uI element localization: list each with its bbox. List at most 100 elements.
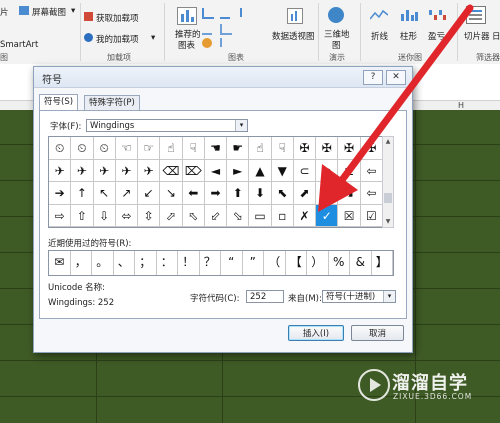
symbol-cell[interactable]: ⬈ xyxy=(293,182,317,205)
screenshot-dropdown-icon[interactable]: ▾ xyxy=(71,6,75,16)
my-addins-button[interactable]: 我的加载项 xyxy=(96,33,139,45)
symbol-grid-scrollbar[interactable]: ▲ ▼ xyxy=(382,136,394,228)
symbol-cell[interactable]: ✠ xyxy=(293,137,317,160)
symbol-cell[interactable]: ⬁ xyxy=(182,204,205,227)
tab-symbols[interactable]: 符号(S) xyxy=(39,94,79,111)
symbol-cell[interactable]: ☟ xyxy=(271,137,294,160)
symbol-cell[interactable]: ⬃ xyxy=(204,204,228,227)
symbol-cell[interactable]: ☟ xyxy=(182,137,205,160)
symbol-cell[interactable]: ⌦ xyxy=(182,159,205,182)
symbol-cell[interactable]: ⏲ xyxy=(49,137,72,160)
symbol-cell[interactable]: ⇧ xyxy=(71,204,94,227)
symbol-cell[interactable]: ⇦ xyxy=(360,182,383,205)
symbol-cell[interactable]: ☝ xyxy=(249,137,272,160)
recent-symbol-cell[interactable]: 、 xyxy=(114,251,135,275)
symbol-cell[interactable]: ⬅ xyxy=(182,182,205,205)
scroll-up-icon[interactable]: ▲ xyxy=(383,137,393,147)
symbol-cell[interactable]: ✈ xyxy=(71,159,94,182)
sparkline-column-button[interactable]: 柱形 xyxy=(400,30,417,42)
recent-symbol-cell[interactable]: （ xyxy=(264,251,286,275)
column-header-h[interactable]: H xyxy=(458,101,464,110)
symbol-cell[interactable]: ▼ xyxy=(271,159,294,182)
symbol-cell[interactable]: ▲ xyxy=(249,159,272,182)
symbol-cell[interactable]: ⊏ xyxy=(338,159,361,182)
my-addins-dropdown-icon[interactable]: ▾ xyxy=(151,33,155,43)
symbol-cell[interactable]: ⏲ xyxy=(93,137,116,160)
symbol-cell[interactable]: ✠ xyxy=(316,137,339,160)
symbol-cell[interactable]: ⇦ xyxy=(360,159,383,182)
recent-symbol-cell[interactable]: ！ xyxy=(178,251,200,275)
symbol-cell[interactable]: ↗ xyxy=(115,182,139,205)
symbol-cell[interactable]: ↖ xyxy=(93,182,116,205)
recent-symbol-cell[interactable]: 。 xyxy=(92,251,114,275)
help-button[interactable]: ? xyxy=(363,70,383,85)
symbol-cell[interactable]: ☒ xyxy=(338,204,361,227)
symbol-cell[interactable]: ► xyxy=(227,159,250,182)
symbol-cell[interactable]: ✠ xyxy=(360,137,383,160)
chevron-down-icon[interactable]: ▾ xyxy=(383,291,395,302)
symbol-cell[interactable]: ◄ xyxy=(204,159,228,182)
close-button[interactable]: ✕ xyxy=(386,70,406,85)
symbol-cell[interactable]: ⏲ xyxy=(71,137,94,160)
symbol-cell[interactable]: ⬂ xyxy=(227,204,250,227)
recent-symbol-cell[interactable]: % xyxy=(329,251,350,275)
char-code-input[interactable]: 252 xyxy=(246,290,284,303)
symbol-cell[interactable]: ☜ xyxy=(115,137,139,160)
scroll-thumb[interactable] xyxy=(384,193,392,203)
symbol-cell[interactable]: ☞ xyxy=(138,137,161,160)
sparkline-line-button[interactable]: 折线 xyxy=(371,30,388,42)
symbol-cell[interactable]: ✈ xyxy=(49,159,72,182)
column-chart-icon[interactable] xyxy=(202,8,214,19)
cancel-button[interactable]: 取消 xyxy=(351,325,404,341)
symbol-cell[interactable]: ✈ xyxy=(138,159,161,182)
symbol-cell[interactable]: ➔ xyxy=(49,182,72,205)
recent-symbol-cell[interactable]: ： xyxy=(157,251,178,275)
symbol-cell[interactable]: ▭ xyxy=(249,204,272,227)
symbol-cell[interactable]: ↑ xyxy=(71,182,94,205)
symbol-cell[interactable]: ☝ xyxy=(160,137,183,160)
sparkline-winloss-button[interactable]: 盈亏 xyxy=(428,30,445,42)
line-chart-icon[interactable] xyxy=(202,24,212,35)
waterfall-chart-icon[interactable] xyxy=(240,8,252,17)
recent-symbol-cell[interactable]: & xyxy=(350,251,372,275)
symbol-cell[interactable]: ⇳ xyxy=(138,204,161,227)
symbol-cell[interactable]: ➡ xyxy=(204,182,228,205)
pivotchart-button[interactable]: 数据透视图 xyxy=(272,30,315,42)
symbol-cell[interactable]: ☛ xyxy=(227,137,250,160)
pie-chart-icon[interactable] xyxy=(202,38,212,48)
symbol-cell[interactable]: ⬉ xyxy=(271,182,294,205)
symbol-cell[interactable]: ⌫ xyxy=(160,159,183,182)
screenshot-button[interactable]: 屏幕截图 xyxy=(32,6,66,18)
ribbon-left-item-1[interactable]: 片 xyxy=(0,6,9,18)
recent-symbol-cell[interactable]: 【 xyxy=(286,251,307,275)
statistic-chart-icon[interactable] xyxy=(220,24,232,35)
symbol-cell[interactable]: ☚ xyxy=(204,137,228,160)
symbol-cell[interactable]: ⬄ xyxy=(115,204,139,227)
symbol-cell[interactable]: ✠ xyxy=(338,137,361,160)
symbol-cell[interactable]: ✗ xyxy=(293,204,317,227)
scatter-chart-icon[interactable] xyxy=(220,38,232,47)
symbol-cell-selected[interactable]: ✓ xyxy=(316,204,339,227)
symbol-cell[interactable]: ⬀ xyxy=(160,204,183,227)
recent-symbol-cell[interactable]: ” xyxy=(243,251,264,275)
slicer-button[interactable]: 切片器 xyxy=(464,30,490,42)
symbol-cell[interactable]: ↙ xyxy=(138,182,161,205)
get-addins-button[interactable]: 获取加载项 xyxy=(96,12,139,24)
recent-symbol-cell[interactable]: ？ xyxy=(200,251,221,275)
tab-special-characters[interactable]: 特殊字符(P) xyxy=(84,95,140,110)
symbol-cell[interactable]: ⇩ xyxy=(93,204,116,227)
recent-symbol-cell[interactable]: ） xyxy=(307,251,329,275)
symbol-cell[interactable]: ⬋ xyxy=(316,182,339,205)
recent-symbol-cell[interactable]: ✉ xyxy=(49,251,71,275)
recent-symbol-cell[interactable]: ； xyxy=(135,251,157,275)
symbol-cell[interactable]: ▫ xyxy=(271,204,294,227)
symbol-cell[interactable]: ⬆ xyxy=(227,182,250,205)
hierarchy-chart-icon[interactable] xyxy=(220,8,230,19)
from-select[interactable]: 符号(十进制) ▾ xyxy=(322,290,396,303)
symbol-cell[interactable]: ⬇ xyxy=(249,182,272,205)
recent-symbol-cell[interactable]: 】 xyxy=(372,251,393,275)
recent-symbol-cell[interactable]: ， xyxy=(71,251,92,275)
timeline-button[interactable]: 日 xyxy=(492,30,500,42)
scroll-down-icon[interactable]: ▼ xyxy=(383,217,393,227)
symbol-cell[interactable]: ⊃ xyxy=(316,159,339,182)
